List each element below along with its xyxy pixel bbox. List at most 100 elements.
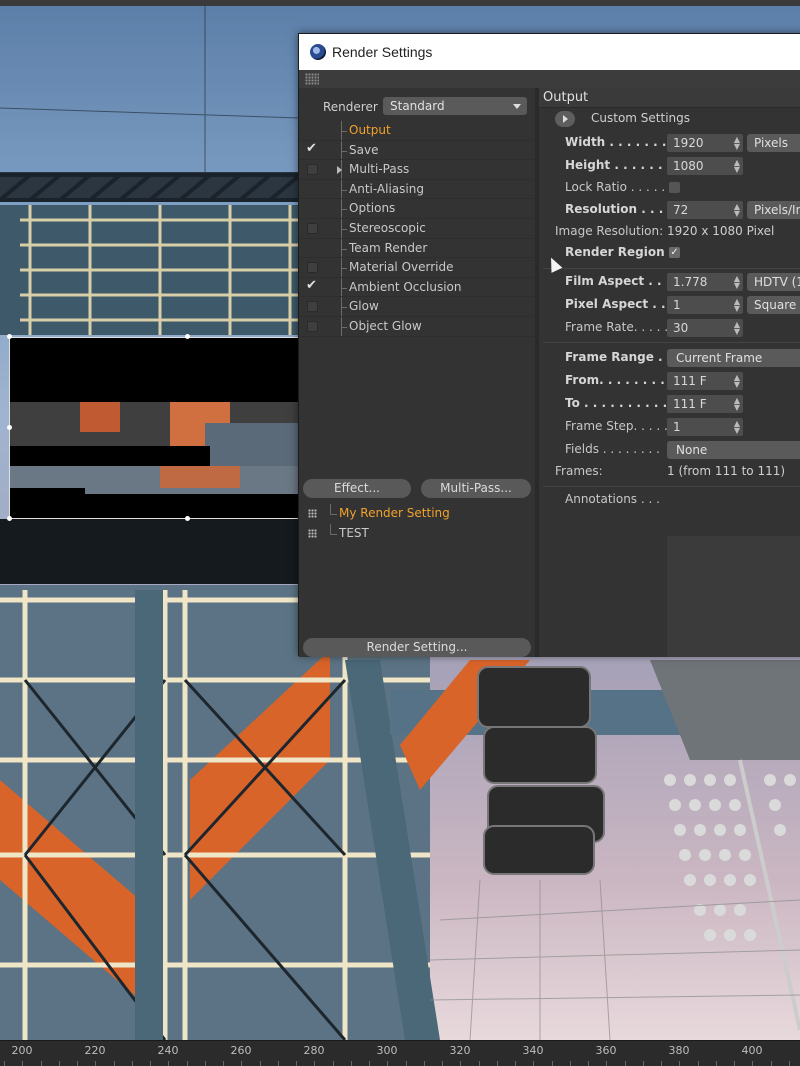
expand-arrow-icon[interactable]	[337, 166, 342, 175]
spinner-icon[interactable]: ▲ ▼	[734, 420, 740, 435]
window-title: Render Settings	[332, 44, 433, 60]
window-titlebar[interactable]: Render Settings	[299, 34, 800, 70]
tree-item-output[interactable]: Output	[299, 121, 535, 141]
tree-item-label: Glow	[349, 299, 379, 314]
enable-checkbox[interactable]	[307, 301, 318, 313]
timeline-minor-tick	[296, 1061, 297, 1066]
timeline-tick: 200	[11, 1044, 33, 1057]
spinner-icon[interactable]: ▲ ▼	[734, 298, 740, 313]
tree-item-stereoscopic[interactable]: Stereoscopic	[299, 218, 535, 239]
tree-item-label: Object Glow	[349, 318, 422, 333]
region-handle[interactable]	[185, 334, 190, 339]
tree-item-team-render[interactable]: Team Render	[299, 238, 535, 259]
preset-handle-icon[interactable]	[308, 509, 317, 518]
render-setting-button[interactable]: Render Setting...	[303, 638, 531, 657]
renderer-dropdown[interactable]: Standard	[383, 97, 527, 115]
tree-item-glow[interactable]: Glow	[299, 297, 535, 317]
from-field[interactable]: 111 F ▲ ▼	[667, 372, 743, 390]
width-value: 1920	[673, 136, 704, 150]
spinner-icon[interactable]: ▲ ▼	[734, 203, 740, 218]
frame-range-dropdown[interactable]: Current Frame	[667, 349, 800, 367]
resolution-field[interactable]: 72 ▲ ▼	[667, 201, 743, 219]
resolution-unit-dropdown[interactable]: Pixels/In	[747, 201, 800, 219]
pixel-aspect-row: Pixel Aspect . . . . 1 ▲ ▼ Square	[539, 295, 800, 315]
tree-item-material-override[interactable]: Material Override	[299, 258, 535, 278]
effect-button[interactable]: Effect...	[303, 479, 411, 498]
frame-range-label: Frame Range . . .	[565, 350, 681, 364]
region-handle[interactable]	[7, 334, 12, 339]
frame-step-field[interactable]: 1 ▲ ▼	[667, 418, 743, 436]
width-unit-dropdown[interactable]: Pixels	[747, 134, 800, 152]
renderer-value: Standard	[390, 99, 445, 113]
region-handle[interactable]	[7, 516, 12, 521]
tree-item-anti-aliasing[interactable]: Anti-Aliasing	[299, 179, 535, 200]
timeline-minor-tick	[277, 1061, 279, 1066]
pixel-aspect-dropdown[interactable]: Square	[747, 296, 800, 314]
row-separator	[299, 335, 535, 337]
timeline-minor-tick	[40, 1061, 42, 1066]
region-handle[interactable]	[7, 425, 12, 430]
multipass-button[interactable]: Multi-Pass...	[421, 479, 531, 498]
fields-dropdown[interactable]: None	[667, 441, 800, 459]
lock-ratio-checkbox[interactable]	[669, 182, 680, 193]
spinner-icon[interactable]: ▲ ▼	[734, 321, 740, 336]
frame-step-row: Frame Step. . . . . 1 ▲ ▼	[539, 417, 800, 437]
height-row: Height . . . . . . . . 1080 ▲ ▼	[539, 156, 800, 176]
render-region-frame[interactable]	[9, 337, 299, 519]
tree-line	[341, 287, 347, 289]
timeline-minor-tick	[113, 1061, 115, 1066]
preset-label: My Render Setting	[339, 506, 450, 520]
timeline-minor-tick	[588, 1061, 589, 1066]
film-aspect-dropdown[interactable]: HDTV (16:9)	[747, 273, 800, 291]
timeline-minor-tick	[478, 1061, 480, 1066]
renderer-label: Renderer	[323, 100, 378, 114]
enable-checkbox[interactable]	[307, 222, 318, 234]
preset-menu-button[interactable]	[555, 111, 575, 127]
tree-item-object-glow[interactable]: Object Glow	[299, 316, 535, 337]
enable-checkbox[interactable]	[307, 320, 318, 332]
timeline-minor-tick	[168, 1061, 170, 1066]
timeline-tick: 260	[230, 1044, 252, 1057]
cinema4d-logo-icon	[310, 44, 326, 60]
frame-rate-label: Frame Rate. . . . .	[565, 320, 669, 334]
render-settings-window[interactable]: Render Settings Renderer Standard Output…	[298, 33, 800, 657]
tree-item-options[interactable]: Options	[299, 199, 535, 219]
timeline-minor-tick	[186, 1061, 188, 1066]
tree-item-save[interactable]: ✔ Save	[299, 140, 535, 161]
panel-grip[interactable]	[299, 70, 800, 88]
timeline-minor-tick	[606, 1061, 608, 1066]
enable-checkbox[interactable]	[307, 164, 318, 176]
frame-rate-field[interactable]: 30 ▲ ▼	[667, 319, 743, 337]
spinner-icon[interactable]: ▲ ▼	[734, 136, 740, 151]
width-field[interactable]: 1920 ▲ ▼	[667, 134, 743, 152]
check-icon[interactable]: ✔	[306, 141, 317, 156]
check-icon[interactable]: ✔	[306, 278, 317, 293]
enable-checkbox[interactable]	[307, 262, 318, 274]
render-region-row: Render Region ✓	[539, 243, 800, 263]
pixel-aspect-field[interactable]: 1 ▲ ▼	[667, 296, 743, 314]
spinner-icon[interactable]: ▲ ▼	[734, 275, 740, 290]
spinner-icon[interactable]: ▲ ▼	[734, 159, 740, 174]
to-field[interactable]: 111 F ▲ ▼	[667, 395, 743, 413]
region-handle[interactable]	[185, 516, 190, 521]
tree-item-ambient-occlusion[interactable]: ✔ Ambient Occlusion	[299, 277, 535, 298]
preset-item[interactable]: TEST	[299, 524, 535, 544]
tree-item-multi-pass[interactable]: Multi-Pass	[299, 160, 535, 180]
timeline-ruler[interactable]: 200 220 240 260 280 300 320 340 360 380 …	[0, 1040, 800, 1066]
film-aspect-field[interactable]: 1.778 ▲ ▼	[667, 273, 743, 291]
annotations-textarea[interactable]	[667, 536, 800, 657]
film-aspect-row: Film Aspect . . . . 1.778 ▲▼ HDTV (16:9)	[539, 272, 800, 292]
spinner-icon[interactable]: ▲ ▼	[734, 397, 740, 412]
height-field[interactable]: 1080 ▲ ▼	[667, 157, 743, 175]
resolution-label: Resolution . . . . .	[565, 202, 681, 216]
annotations-row: Annotations . . .	[539, 490, 800, 510]
fields-label: Fields . . . . . . . .	[565, 442, 660, 456]
timeline-minor-tick	[77, 1061, 78, 1066]
spinner-icon[interactable]: ▲ ▼	[734, 374, 740, 389]
preset-item[interactable]: My Render Setting	[299, 504, 535, 524]
preset-handle-icon[interactable]	[308, 529, 317, 538]
render-region-checkbox[interactable]: ✓	[669, 247, 680, 258]
tree-line	[330, 514, 337, 515]
timeline-minor-tick	[697, 1061, 699, 1066]
width-row: Width . . . . . . . . . 1920 ▲ ▼ Pixels	[539, 133, 800, 153]
